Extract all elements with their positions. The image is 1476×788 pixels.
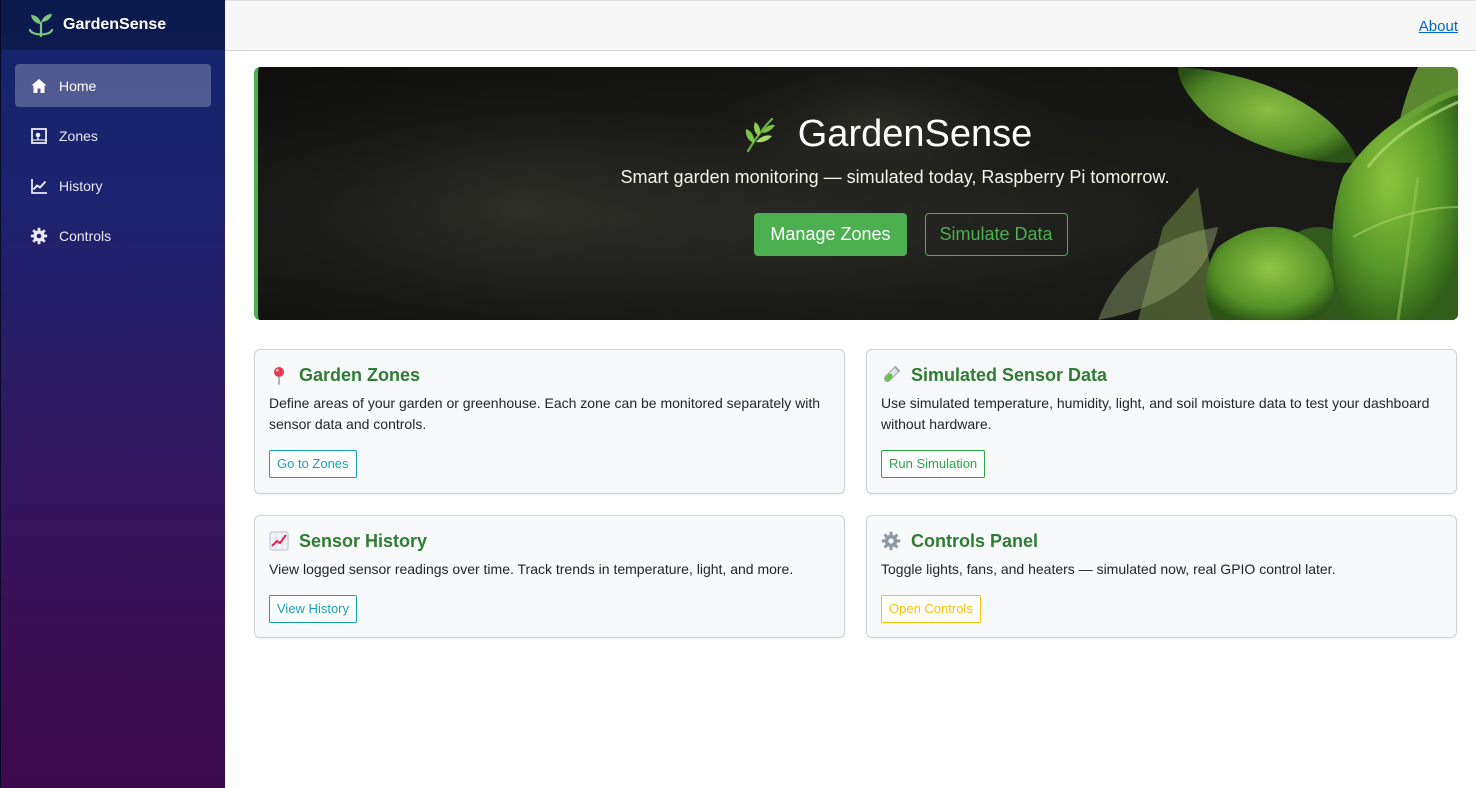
hero-banner: GardenSense Smart garden monitoring — si… — [254, 67, 1458, 320]
card-controls-panel: Controls Panel Toggle lights, fans, and … — [866, 515, 1457, 638]
sidebar-item-label: History — [59, 177, 103, 194]
card-simulated-sensor-data: Simulated Sensor Data Use simulated temp… — [866, 349, 1457, 494]
top-navbar: About — [225, 0, 1476, 51]
manage-zones-button[interactable]: Manage Zones — [754, 213, 907, 256]
sidebar-item-label: Controls — [59, 227, 112, 244]
card-title: Controls Panel — [911, 530, 1039, 551]
open-controls-button[interactable]: Open Controls — [881, 595, 981, 623]
herb-icon — [745, 117, 775, 152]
sidebar-item-label: Home — [59, 77, 97, 94]
pushpin-icon — [269, 365, 289, 385]
sidebar-nav: Home Zones History Controls — [1, 50, 225, 257]
card-sensor-history: Sensor History View logged sensor readin… — [254, 515, 845, 638]
card-title: Garden Zones — [299, 364, 421, 385]
card-header: Simulated Sensor Data — [881, 364, 1442, 386]
about-link[interactable]: About — [1419, 18, 1458, 35]
hero-title-row: GardenSense — [258, 113, 1458, 156]
card-description: Use simulated temperature, humidity, lig… — [881, 395, 1430, 432]
card-header: Sensor History — [269, 530, 830, 552]
card-title: Sensor History — [299, 530, 428, 551]
card-header: Garden Zones — [269, 364, 830, 386]
line-chart-icon — [30, 177, 48, 195]
card-header: Controls Panel — [881, 530, 1442, 552]
hero-title: GardenSense — [797, 113, 1033, 155]
hero-content: GardenSense Smart garden monitoring — si… — [258, 67, 1458, 320]
brand-name: GardenSense — [63, 16, 167, 33]
seedling-icon — [28, 14, 54, 38]
hero-subtitle: Smart garden monitoring — simulated toda… — [620, 167, 1170, 187]
go-to-zones-button[interactable]: Go to Zones — [269, 450, 357, 478]
gear-icon — [881, 531, 901, 551]
chart-increasing-icon — [269, 531, 289, 551]
sidebar-item-zones[interactable]: Zones — [15, 114, 211, 157]
card-description: Define areas of your garden or greenhous… — [269, 395, 821, 432]
sidebar-item-controls[interactable]: Controls — [15, 214, 211, 257]
sidebar: GardenSense Home Zones History Controls — [0, 0, 225, 788]
sidebar-item-history[interactable]: History — [15, 164, 211, 207]
map-frame-icon — [30, 127, 48, 145]
sidebar-item-label: Zones — [59, 127, 98, 144]
card-description: Toggle lights, fans, and heaters — simul… — [881, 561, 1336, 577]
card-description: View logged sensor readings over time. T… — [269, 561, 794, 577]
run-simulation-button[interactable]: Run Simulation — [881, 450, 986, 478]
card-garden-zones: Garden Zones Define areas of your garden… — [254, 349, 845, 494]
sidebar-item-home[interactable]: Home — [15, 64, 211, 107]
hero-buttons: Manage Zones Simulate Data — [258, 213, 1458, 256]
home-icon — [30, 77, 48, 95]
gear-icon — [30, 227, 48, 245]
test-tube-icon — [881, 365, 901, 385]
view-history-button[interactable]: View History — [269, 595, 358, 623]
card-title: Simulated Sensor Data — [911, 364, 1108, 385]
brand[interactable]: GardenSense — [1, 0, 225, 50]
simulate-data-button[interactable]: Simulate Data — [924, 213, 1068, 256]
